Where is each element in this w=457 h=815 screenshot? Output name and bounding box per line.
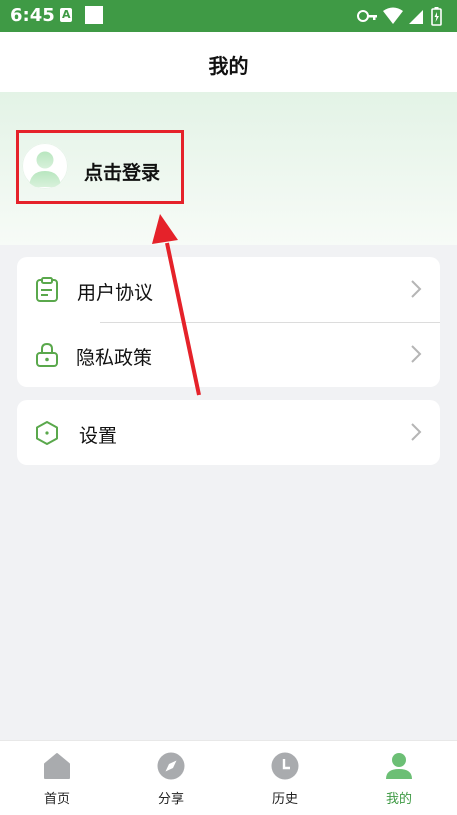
clipboard-icon [36, 277, 58, 302]
page-title: 我的 [208, 54, 249, 78]
notification-square-icon [85, 6, 103, 24]
signal-icon [409, 10, 423, 24]
annotation-highlight-box [16, 130, 184, 204]
menu-item-label: 隐私政策 [76, 347, 153, 369]
status-bar: 6:45 A [0, 0, 457, 32]
person-icon [386, 753, 412, 779]
settings-card: 设置 [17, 400, 440, 465]
chevron-right-icon [411, 423, 422, 441]
notification-a-icon: A [60, 8, 72, 22]
compass-icon [157, 752, 185, 780]
tab-label: 历史 [271, 792, 298, 807]
battery-icon [431, 7, 442, 26]
status-icons [357, 7, 442, 26]
bottom-nav: 首页 分享 历史 我的 [0, 740, 457, 815]
chevron-right-icon [411, 280, 422, 298]
tab-label: 我的 [385, 792, 412, 807]
clock-icon [271, 752, 299, 780]
app-bar: 我的 [0, 32, 457, 92]
wifi-icon [383, 7, 403, 24]
menu-item-settings[interactable]: 设置 [17, 400, 440, 465]
tab-mine[interactable]: 我的 [342, 741, 456, 815]
tab-label: 首页 [43, 792, 70, 807]
status-time: 6:45 [10, 5, 55, 26]
tab-home[interactable]: 首页 [0, 741, 114, 815]
hexagon-icon [36, 421, 58, 445]
menu-item-label: 设置 [79, 425, 118, 447]
tab-share[interactable]: 分享 [114, 741, 228, 815]
home-icon [44, 753, 70, 779]
menu-item-user-agreement[interactable]: 用户协议 [17, 257, 440, 322]
menu-card: 用户协议 隐私政策 [17, 257, 440, 387]
chevron-right-icon [411, 345, 422, 363]
menu-item-label: 用户协议 [77, 282, 154, 304]
vpn-key-icon [357, 10, 377, 22]
tab-history[interactable]: 历史 [228, 741, 342, 815]
lock-icon [36, 342, 58, 367]
menu-item-privacy-policy[interactable]: 隐私政策 [17, 322, 440, 387]
tab-label: 分享 [157, 792, 184, 807]
